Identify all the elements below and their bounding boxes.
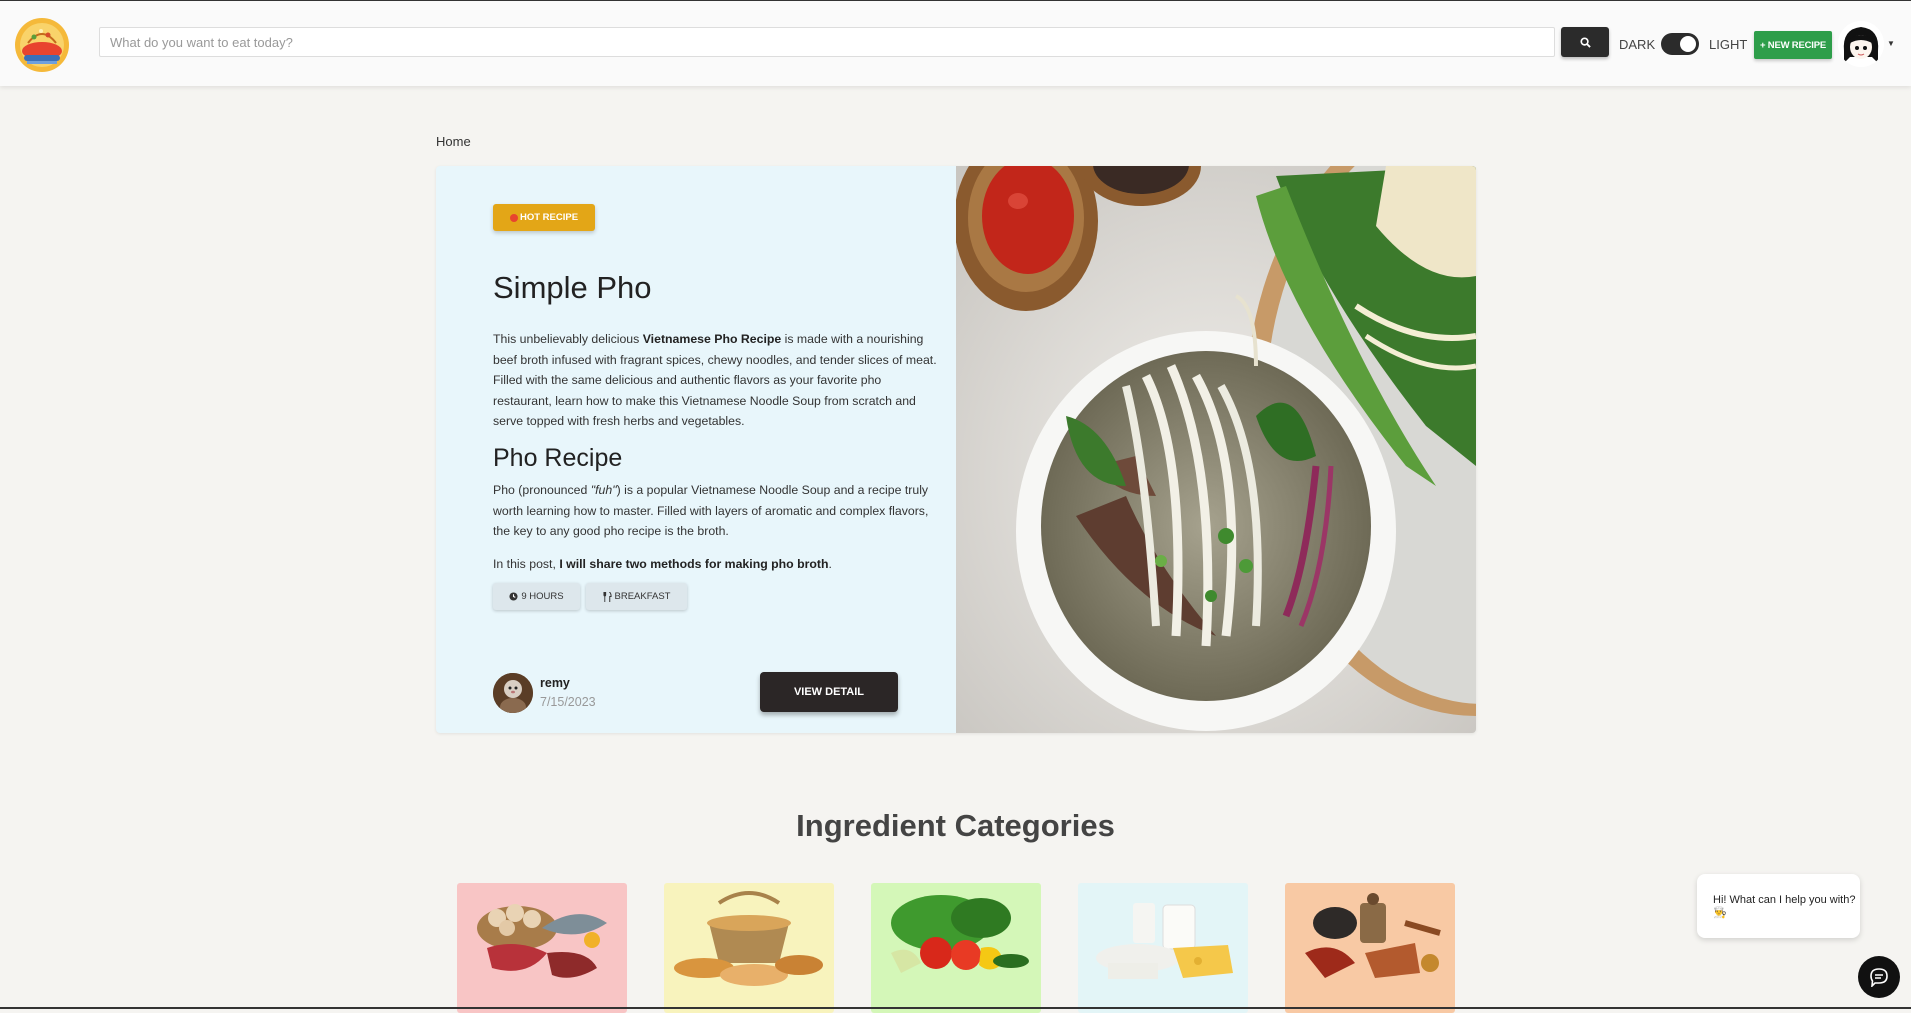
meal-chip: BREAKFAST [586, 583, 687, 610]
time-chip-label: 9 HOURS [521, 591, 564, 602]
meal-chip-label: BREAKFAST [614, 591, 671, 602]
author-name[interactable]: remy [540, 676, 570, 690]
bread-basket-image [674, 891, 823, 986]
hot-recipe-card: HOT RECIPE Simple Pho This unbelievably … [436, 166, 1476, 733]
desc-text-a: This unbelievably delicious [493, 332, 643, 346]
desc3-text-b: . [828, 557, 832, 571]
dairy-image [1096, 903, 1233, 979]
toggle-knob [1680, 36, 1696, 52]
chat-button[interactable] [1858, 956, 1900, 998]
category-card-bread[interactable] [664, 883, 834, 1013]
category-card-meat[interactable] [457, 883, 627, 1013]
ingredient-categories-title: Ingredient Categories [796, 808, 1115, 843]
light-mode-label: LIGHT [1709, 37, 1748, 52]
recipe-title: Simple Pho [493, 270, 652, 305]
recipe-description-2: Pho (pronounced "fuh") is a popular Viet… [493, 480, 941, 542]
desc2-text-a: Pho (pronounced [493, 483, 591, 497]
category-card-spices[interactable] [1285, 883, 1455, 1013]
logo-icon[interactable] [14, 15, 70, 73]
desc2-text-italic: "fuh" [590, 483, 617, 497]
recipe-subheading: Pho Recipe [493, 444, 623, 472]
category-card-dairy[interactable] [1078, 883, 1248, 1013]
post-date: 7/15/2023 [540, 695, 596, 709]
recipe-description: This unbelievably delicious Vietnamese P… [493, 329, 941, 432]
breadcrumb-home[interactable]: Home [436, 134, 471, 149]
breadcrumb: Home [436, 134, 471, 149]
search-icon [1579, 36, 1591, 48]
author-avatar[interactable] [493, 673, 533, 713]
search-button[interactable] [1561, 27, 1609, 57]
recipe-description-3: In this post, I will share two methods f… [493, 554, 941, 571]
category-card-vegetables[interactable] [871, 883, 1041, 1013]
vegetables-image [891, 895, 1029, 973]
time-chip: 9 HOURS [493, 583, 580, 610]
desc3-text-a: In this post, [493, 557, 560, 571]
view-detail-button[interactable]: VIEW DETAIL [760, 672, 898, 712]
meat-fish-eggs-image [477, 904, 607, 978]
chat-icon [1870, 968, 1888, 987]
pho-photo [956, 166, 1476, 733]
new-recipe-button[interactable]: + NEW RECIPE [1754, 31, 1832, 59]
utensils-icon [602, 591, 612, 602]
theme-toggle[interactable] [1661, 33, 1699, 55]
top-navbar: DARK LIGHT + NEW RECIPE ▼ [0, 0, 1911, 86]
spices-image [1305, 893, 1441, 978]
desc-text-b: is made with a nourishing beef broth inf… [493, 332, 937, 428]
fire-icon [509, 213, 518, 222]
chat-greeting-text: Hi! What can I help you with? 👨‍🍳 [1713, 894, 1856, 919]
desc-text-bold: Vietnamese Pho Recipe [642, 332, 782, 346]
dark-mode-label: DARK [1619, 37, 1656, 52]
search-input[interactable] [99, 27, 1555, 57]
user-avatar[interactable] [1838, 21, 1884, 67]
clock-icon [509, 592, 518, 601]
desc3-text-bold: I will share two methods for making pho … [559, 557, 829, 571]
chevron-down-icon[interactable]: ▼ [1887, 39, 1895, 48]
hot-recipe-badge: HOT RECIPE [493, 204, 595, 231]
badge-label: HOT RECIPE [519, 212, 579, 223]
chat-greeting[interactable]: Hi! What can I help you with? 👨‍🍳 [1697, 874, 1860, 938]
